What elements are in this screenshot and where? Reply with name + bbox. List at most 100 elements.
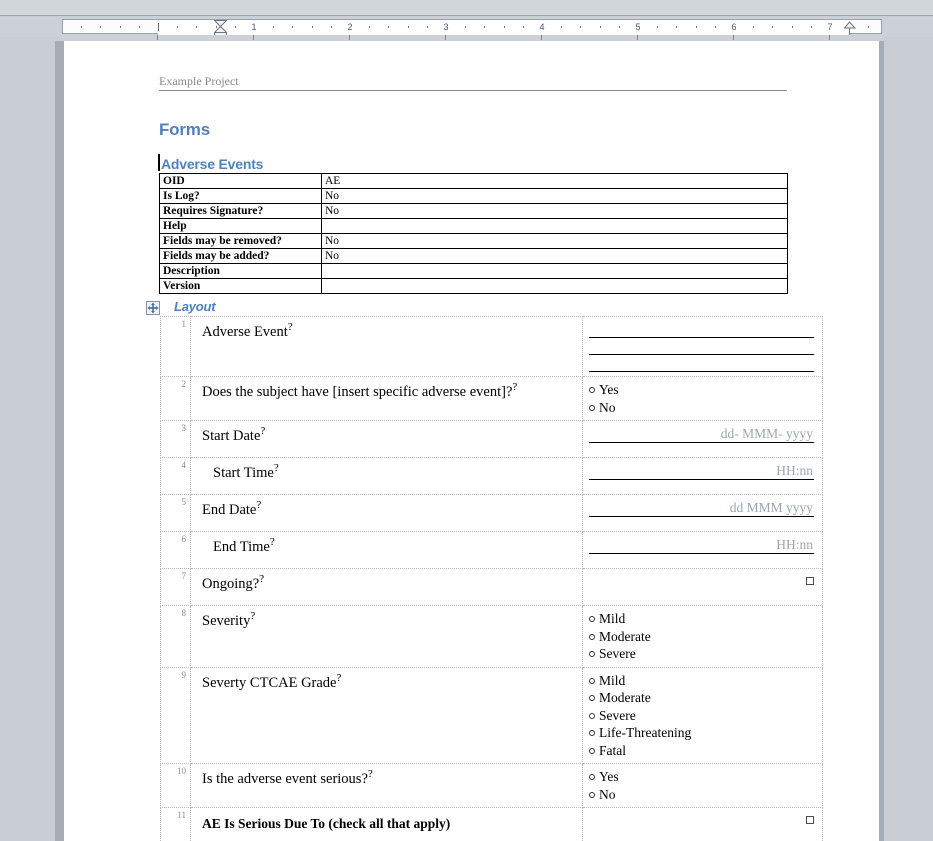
question-cell[interactable]: End Time? [190,531,583,569]
help-question-mark-icon[interactable]: ? [337,672,342,684]
radio-option[interactable]: Mild [589,672,814,690]
property-value[interactable]: AE [321,173,788,189]
ruler-tick [330,26,332,28]
answer-cell[interactable]: Mild Moderate Severe [582,605,823,668]
question-cell[interactable]: Start Time? [190,457,583,495]
answer-cell[interactable]: dd- MMM- yyyy [582,420,823,458]
question-cell[interactable]: AE Is Serious Due To (check all that app… [190,807,583,841]
checkbox-icon[interactable] [806,816,814,824]
radio-button-icon[interactable] [589,616,595,622]
document-window: 1234567 Example Project Forms Adverse Ev… [0,0,933,841]
radio-option[interactable]: Moderate [589,689,814,707]
radio-option[interactable]: Severe [589,645,814,663]
radio-option[interactable]: No [589,399,814,417]
answer-cell[interactable]: HH:nn [582,457,823,495]
ruler-tick [599,26,601,28]
radio-option[interactable]: No [589,786,814,804]
property-value[interactable] [321,263,788,279]
property-row: Help [159,218,788,234]
property-value[interactable] [321,218,788,234]
ruler-number: 4 [539,22,545,32]
property-value[interactable]: No [321,188,788,204]
answer-cell[interactable]: Yes No [582,376,823,421]
radio-option[interactable]: Severe [589,707,814,725]
date-format-line[interactable]: dd MMM yyyy [589,499,814,517]
radio-button-icon[interactable] [589,712,595,719]
question-label: Ongoing? [202,576,260,592]
help-question-mark-icon[interactable]: ? [260,425,265,437]
row-number: 4 [160,457,191,495]
document-page[interactable]: Example Project Forms Adverse Events OID… [64,41,879,841]
radio-option[interactable]: Life-Threatening [589,724,814,742]
ruler-tick [657,26,659,28]
question-cell[interactable]: Severity? [190,605,583,668]
ruler-lower-tick [829,35,830,40]
answer-cell[interactable] [582,568,823,606]
property-value[interactable] [321,278,788,294]
horizontal-ruler[interactable]: 1 2 3 4 5 6 7 [62,19,882,38]
ruler-tick [177,26,179,28]
answer-cell[interactable]: dd MMM yyyy [582,494,823,532]
question-cell[interactable]: Ongoing?? [190,568,583,606]
text-cursor [158,154,160,171]
form-layout-table: 1 Adverse Event? 2 Does the subject have [i… [160,316,823,841]
answer-cell[interactable] [582,316,823,377]
property-value[interactable]: No [321,203,788,219]
answer-cell[interactable]: Mild Moderate Severe Life-Threatening Fatal [582,666,823,764]
radio-button-icon[interactable] [589,774,595,780]
document-header[interactable]: Example Project [159,74,787,91]
text-entry-line[interactable] [589,321,814,338]
radio-button-icon[interactable] [589,651,595,657]
ruler-tick [426,26,428,28]
answer-cell[interactable]: Yes No [582,763,823,808]
date-format-line[interactable]: HH:nn [589,462,814,480]
help-question-mark-icon[interactable]: ? [288,321,293,333]
radio-button-icon[interactable] [589,677,595,684]
radio-option[interactable]: Yes [589,381,814,399]
radio-option[interactable]: Mild [589,610,814,628]
radio-button-icon[interactable] [589,747,595,754]
help-question-mark-icon[interactable]: ? [256,499,261,511]
table-move-handle-icon[interactable] [146,301,160,315]
question-cell[interactable]: Start Date? [190,420,583,458]
question-cell[interactable]: Does the subject have [insert specific a… [190,376,583,421]
question-cell[interactable]: Severty CTCAE Grade? [190,666,583,764]
help-question-mark-icon[interactable]: ? [259,573,264,585]
ruler-number: 1 [251,22,257,32]
answer-cell[interactable] [582,807,823,841]
radio-option[interactable]: Yes [589,768,814,786]
ruler-tick [407,26,409,28]
help-question-mark-icon[interactable]: ? [250,610,255,622]
property-value[interactable]: No [321,248,788,264]
help-question-mark-icon[interactable]: ? [270,536,275,548]
date-format-line[interactable]: HH:nn [589,536,814,554]
radio-button-icon[interactable] [589,791,595,798]
radio-button-icon[interactable] [589,695,595,701]
radio-button-icon[interactable] [589,730,595,736]
help-question-mark-icon[interactable]: ? [368,768,373,780]
layout-row: 8 Severity? Mild Moderate Severe [160,605,823,668]
answer-cell[interactable]: HH:nn [582,531,823,569]
property-row: Fields may be added? No [159,248,788,264]
radio-button-icon[interactable] [589,387,595,393]
layout-row: 11 AE Is Serious Due To (check all that a… [160,807,823,841]
date-format-line[interactable]: dd- MMM- yyyy [589,425,814,443]
radio-button-icon[interactable] [589,633,595,640]
radio-option[interactable]: Moderate [589,628,814,646]
radio-button-icon[interactable] [589,404,595,411]
checkbox-icon[interactable] [806,577,814,585]
help-question-mark-icon[interactable]: ? [274,462,279,474]
question-label: Does the subject have [insert specific a… [202,384,513,400]
property-value[interactable]: No [321,233,788,249]
text-entry-line[interactable] [589,338,814,355]
help-question-mark-icon[interactable]: ? [512,381,517,393]
radio-option[interactable]: Fatal [589,742,814,760]
text-entry-line[interactable] [589,355,814,372]
question-cell[interactable]: Adverse Event? [190,316,583,377]
ruler-tick [465,26,467,28]
question-cell[interactable]: Is the adverse event serious?? [190,763,583,808]
question-cell[interactable]: End Date? [190,494,583,532]
property-key: Description [159,263,322,279]
property-row: Description [159,263,788,279]
